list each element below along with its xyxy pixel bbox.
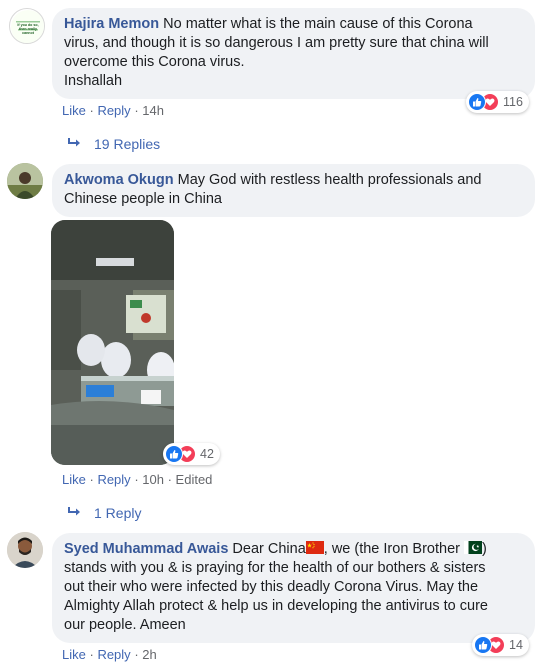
reaction-count: 116 bbox=[503, 95, 523, 109]
china-flag-icon bbox=[305, 541, 324, 554]
view-replies-link[interactable]: 19 Replies bbox=[68, 135, 160, 153]
avatar[interactable] bbox=[7, 532, 43, 568]
comment-bubble: Syed Muhammad Awais Dear China , we (the … bbox=[52, 533, 535, 643]
pakistan-flag-icon bbox=[464, 541, 482, 554]
avatar-text-line: then really cannot bbox=[19, 27, 37, 35]
comment-text: No matter what is the main cause of this… bbox=[163, 16, 473, 32]
comment-bubble: Hajira Memon No matter what is the main … bbox=[52, 8, 535, 99]
avatar-image bbox=[7, 163, 43, 199]
comment-text: out their who were infected by this dead… bbox=[64, 579, 479, 595]
timestamp[interactable]: 10h bbox=[142, 472, 164, 487]
reply-link[interactable]: Reply bbox=[97, 103, 130, 118]
attached-photo[interactable] bbox=[51, 220, 174, 465]
comment-text: Inshallah bbox=[64, 73, 123, 89]
timestamp[interactable]: 2h bbox=[142, 647, 156, 662]
comment-text: ) bbox=[482, 541, 487, 557]
comment-actions: Like · Reply · 14h bbox=[62, 103, 164, 118]
hospital-photo bbox=[51, 220, 174, 465]
like-link[interactable]: Like bbox=[62, 103, 86, 118]
comment-text: Almighty Allah protect & help us in deve… bbox=[64, 598, 488, 614]
like-reaction-icon bbox=[165, 445, 183, 463]
replies-count-label: 19 Replies bbox=[94, 136, 161, 152]
like-link[interactable]: Like bbox=[62, 647, 86, 662]
comment-text: May God with restless health professiona… bbox=[177, 172, 482, 188]
avatar[interactable]: If you do so, then really cannot bbox=[9, 8, 45, 44]
reply-arrow-icon bbox=[68, 135, 82, 153]
like-link[interactable]: Like bbox=[62, 472, 86, 487]
separator: · bbox=[167, 472, 176, 487]
comment-text: overcome this Corona virus. bbox=[64, 54, 245, 70]
comment-author[interactable]: Hajira Memon bbox=[64, 16, 159, 32]
reply-arrow-icon bbox=[68, 504, 82, 522]
comment-actions: Like · Reply · 2h bbox=[62, 647, 157, 662]
reaction-summary[interactable]: 116 bbox=[466, 91, 529, 113]
reply-link[interactable]: Reply bbox=[97, 472, 130, 487]
comment-author[interactable]: Syed Muhammad Awais bbox=[64, 541, 228, 557]
avatar-image bbox=[7, 532, 43, 568]
comment-text: Dear China bbox=[232, 541, 306, 557]
comment-bubble: Akwoma Okugn May God with restless healt… bbox=[52, 164, 535, 217]
reaction-summary[interactable]: 42 bbox=[163, 443, 220, 465]
like-reaction-icon bbox=[468, 93, 486, 111]
comment-text: , we (the Iron Brother bbox=[323, 541, 464, 557]
avatar[interactable] bbox=[7, 163, 43, 199]
edited-label[interactable]: Edited bbox=[176, 472, 213, 487]
reaction-count: 42 bbox=[200, 447, 214, 461]
comment-actions: Like · Reply · 10h · Edited bbox=[62, 472, 212, 487]
timestamp[interactable]: 14h bbox=[142, 103, 164, 118]
like-reaction-icon bbox=[474, 636, 492, 654]
comment-text: our people. Ameen bbox=[64, 617, 186, 633]
comment-author[interactable]: Akwoma Okugn bbox=[64, 172, 174, 188]
reaction-count: 14 bbox=[509, 638, 523, 652]
view-replies-link[interactable]: 1 Reply bbox=[68, 504, 141, 522]
reply-link[interactable]: Reply bbox=[97, 647, 130, 662]
reaction-summary[interactable]: 14 bbox=[472, 634, 529, 656]
comment-text: Chinese people in China bbox=[64, 191, 222, 207]
comment-text: virus, and though it is so dangerous I a… bbox=[64, 35, 489, 51]
replies-count-label: 1 Reply bbox=[94, 505, 142, 521]
comment-text: stands with you & is praying for the hea… bbox=[64, 560, 486, 576]
